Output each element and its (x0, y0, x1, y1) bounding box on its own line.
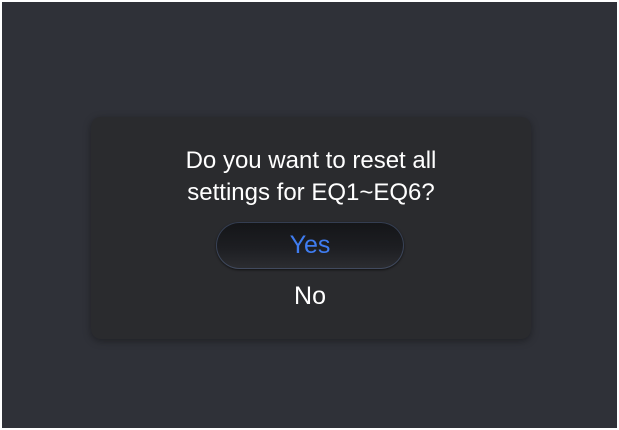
dialog-message-line-1: Do you want to reset all (185, 147, 437, 174)
yes-button[interactable]: Yes (216, 222, 404, 269)
no-button[interactable]: No (256, 277, 364, 315)
reset-eq-dialog: Do you want to reset all settings for EQ… (91, 117, 531, 339)
dialog-message-line-2: settings for EQ1~EQ6? (187, 179, 435, 206)
screen-background: Do you want to reset all settings for EQ… (2, 2, 617, 428)
dialog-message: Do you want to reset all settings for EQ… (91, 145, 531, 209)
